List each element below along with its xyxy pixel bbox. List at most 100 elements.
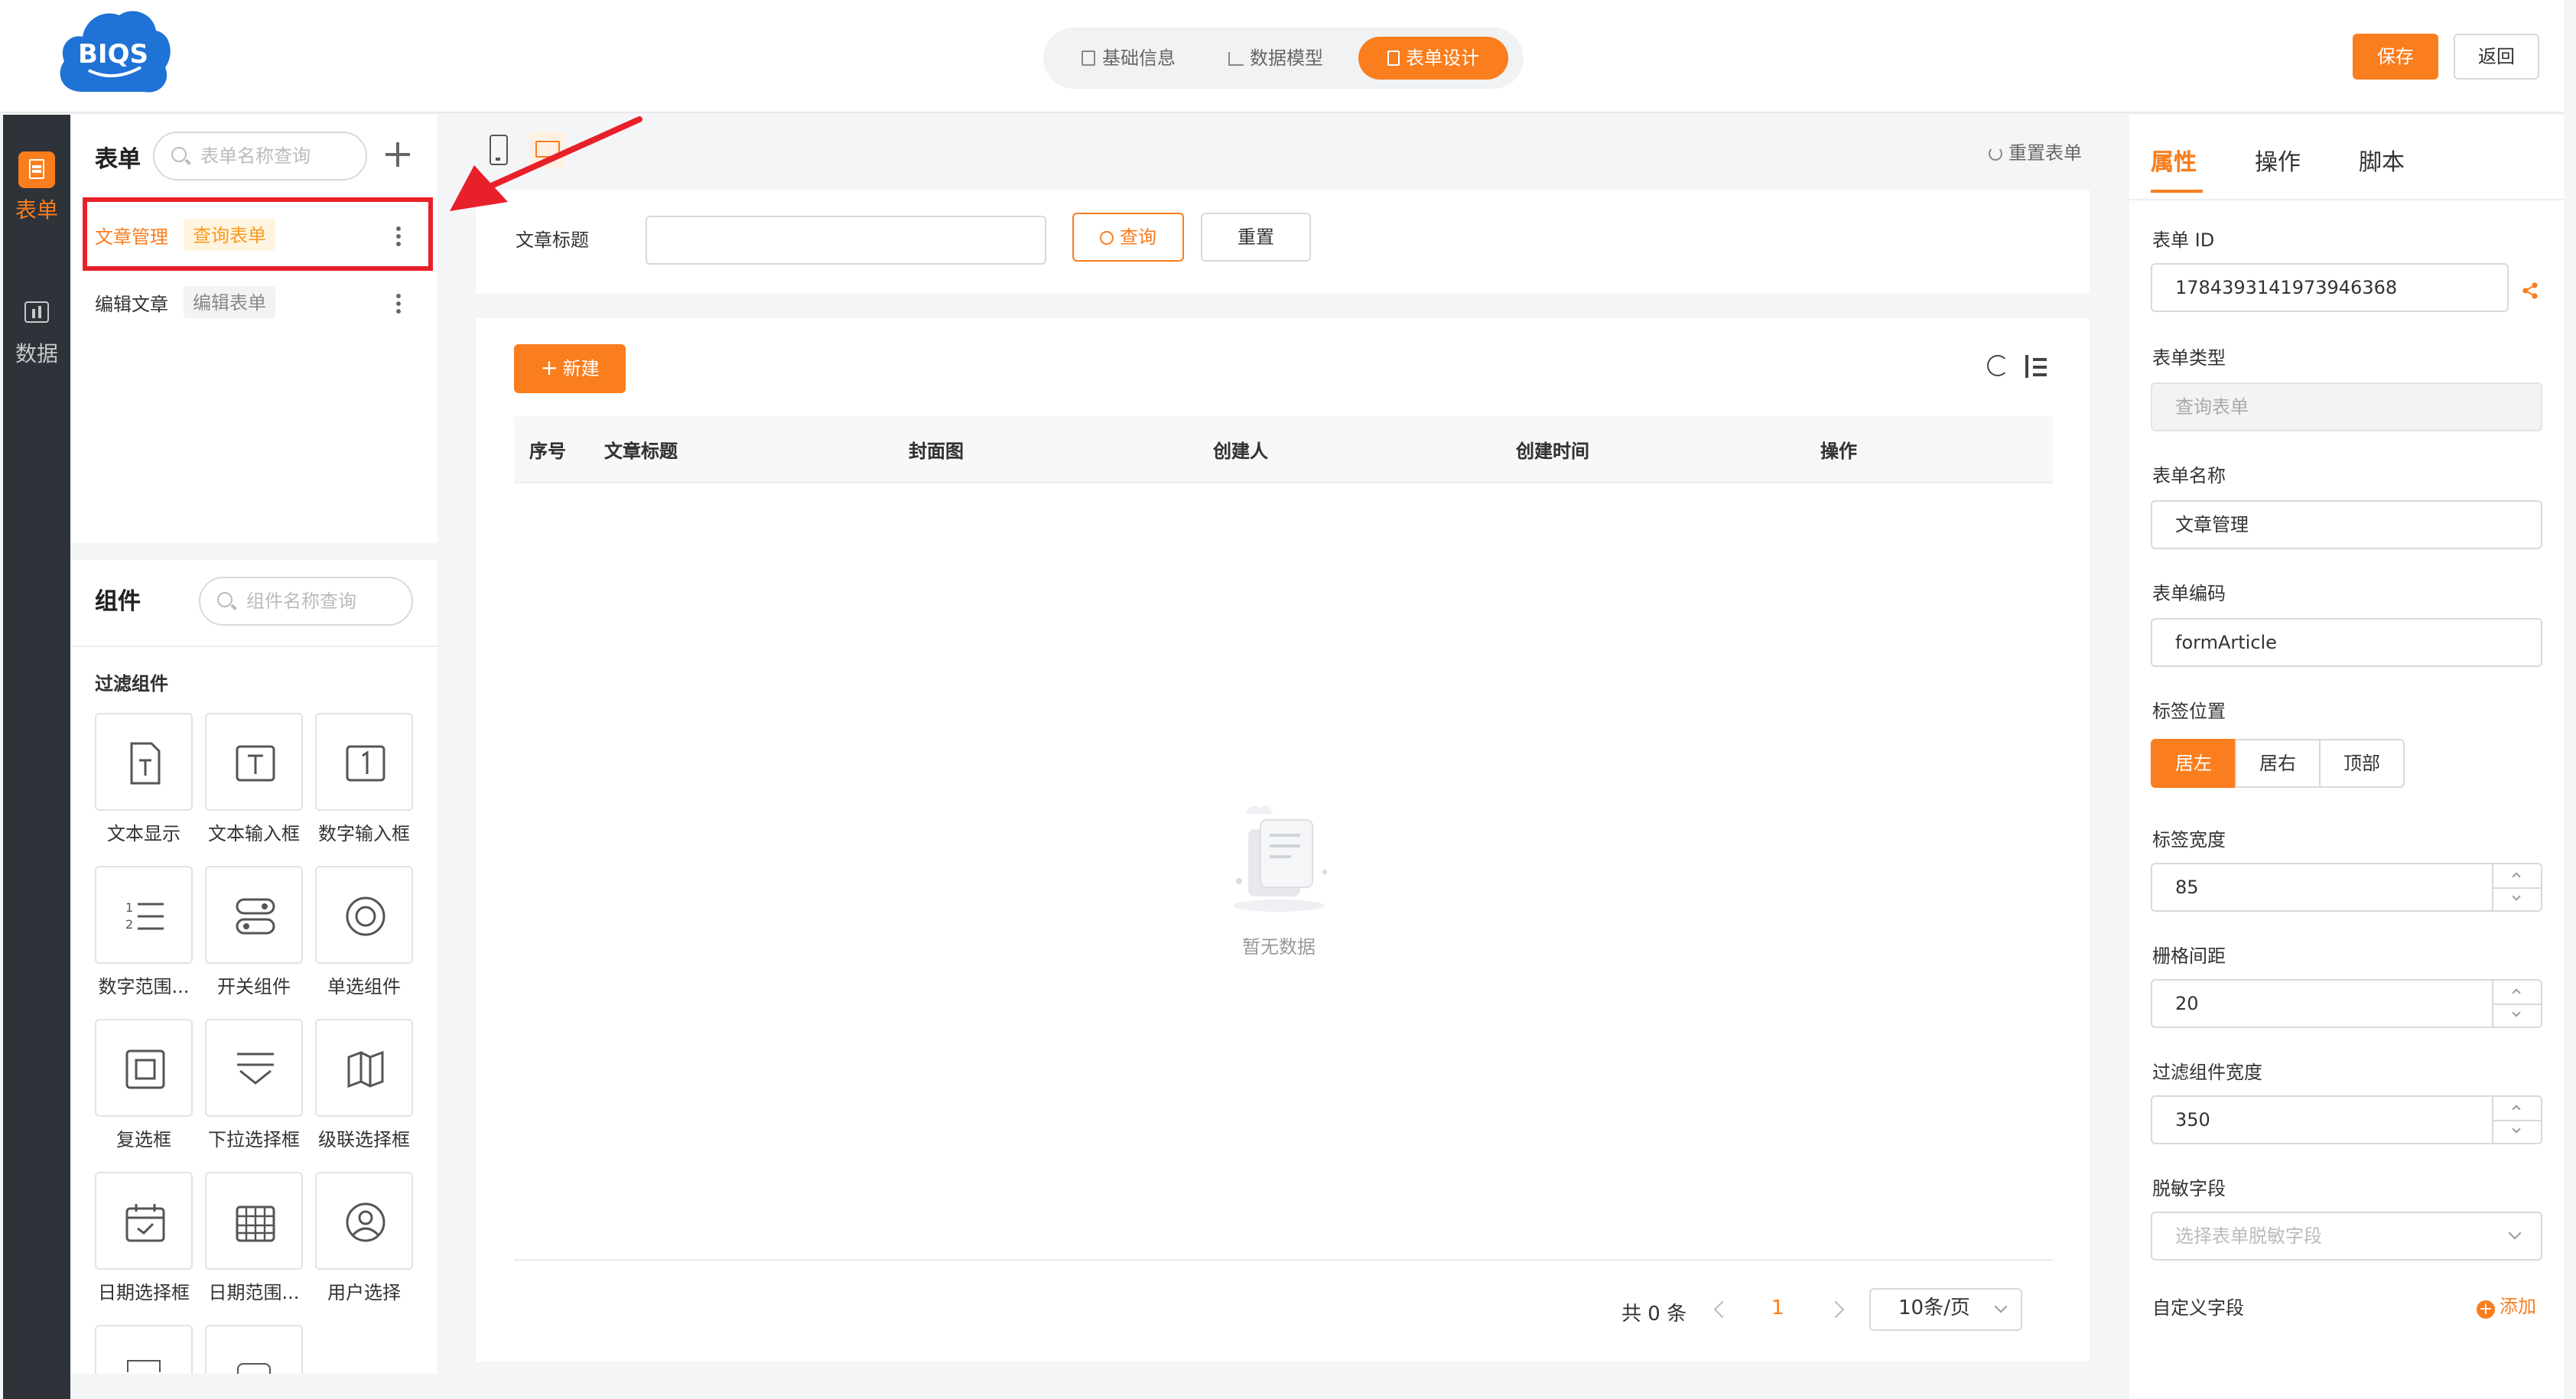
form-id-label: 表单 ID bbox=[2152, 229, 2215, 251]
column-header: 操作 bbox=[1820, 441, 1858, 462]
annotation-arrow bbox=[450, 116, 642, 211]
form-code-field[interactable]: formArticle bbox=[2151, 618, 2542, 667]
new-button[interactable]: + 新建 bbox=[514, 344, 626, 393]
pagination-total: 共 0 条 bbox=[1621, 1303, 1687, 1326]
component-label: 日期范围... bbox=[208, 1282, 300, 1303]
component-radio[interactable]: 单选组件 bbox=[315, 866, 413, 999]
form-code-label: 表单编码 bbox=[2152, 583, 2226, 604]
component-user-select[interactable]: 用户选择 bbox=[315, 1172, 413, 1305]
plus-icon: + bbox=[540, 356, 558, 381]
divider bbox=[2129, 199, 2564, 200]
forms-panel: 表单 表单名称查询 文章管理 查询表单 编辑文章 编辑表单 bbox=[70, 115, 437, 543]
filter-width-value: 350 bbox=[2175, 1109, 2210, 1131]
empty-text: 暂无数据 bbox=[1241, 936, 1316, 958]
component-partial-tile[interactable] bbox=[95, 1325, 193, 1374]
article-title-input[interactable] bbox=[646, 216, 1046, 265]
component-cascade[interactable]: 级联选择框 bbox=[315, 1019, 413, 1152]
logo-text: BIQS bbox=[78, 39, 148, 70]
component-number-input[interactable]: 数字输入框 bbox=[315, 713, 413, 846]
save-button[interactable]: 保存 bbox=[2353, 34, 2438, 80]
page-size-select[interactable]: 10条/页 bbox=[1869, 1288, 2022, 1331]
chevron-down-icon bbox=[2508, 1226, 2522, 1240]
add-form-icon[interactable] bbox=[385, 142, 410, 167]
query-button[interactable]: 查询 bbox=[1072, 213, 1184, 262]
active-tab-underline bbox=[2151, 190, 2203, 193]
radio-icon bbox=[346, 896, 385, 936]
form-icon bbox=[18, 151, 55, 188]
form-type-field: 查询表单 bbox=[2151, 382, 2542, 431]
component-text-input[interactable]: 文本输入框 bbox=[205, 713, 303, 846]
component-switch[interactable]: 开关组件 bbox=[205, 866, 303, 999]
right-edge bbox=[2564, 0, 2576, 1399]
svg-text:2: 2 bbox=[125, 917, 133, 932]
step-label: 数据模型 bbox=[1249, 47, 1323, 69]
column-header: 序号 bbox=[529, 441, 567, 462]
component-checkbox[interactable]: 复选框 bbox=[95, 1019, 193, 1152]
add-label: 添加 bbox=[2500, 1296, 2537, 1317]
search-icon bbox=[171, 147, 187, 162]
nav-item-data[interactable]: 数据 bbox=[3, 295, 70, 369]
chevron-up-icon bbox=[2512, 872, 2521, 881]
column-header: 文章标题 bbox=[604, 441, 678, 462]
number-stepper[interactable] bbox=[2492, 864, 2542, 910]
table-header: 序号 文章标题 封面图 创建人 创建时间 操作 bbox=[514, 416, 2053, 483]
component-label: 日期选择框 bbox=[97, 1282, 190, 1303]
reset-button[interactable]: 重置 bbox=[1201, 213, 1311, 262]
form-search-input[interactable]: 表单名称查询 bbox=[153, 132, 367, 181]
user-icon bbox=[346, 1202, 385, 1242]
form-list-item[interactable]: 编辑文章 编辑表单 bbox=[83, 272, 422, 333]
query-label: 查询 bbox=[1119, 226, 1156, 248]
component-date-range[interactable]: 日期范围... bbox=[205, 1172, 303, 1305]
form-item-name: 编辑文章 bbox=[95, 294, 169, 315]
masked-fields-placeholder: 选择表单脱敏字段 bbox=[2175, 1225, 2323, 1247]
label-width-value: 85 bbox=[2175, 877, 2199, 898]
component-search-input[interactable]: 组件名称查询 bbox=[199, 577, 413, 626]
component-text-display[interactable]: 文本显示 bbox=[95, 713, 193, 846]
masked-fields-select[interactable]: 选择表单脱敏字段 bbox=[2151, 1212, 2542, 1261]
masked-fields-label: 脱敏字段 bbox=[2152, 1178, 2226, 1199]
component-label: 用户选择 bbox=[327, 1282, 401, 1303]
number-stepper[interactable] bbox=[2492, 981, 2542, 1026]
bar-chart-icon bbox=[1228, 52, 1244, 66]
component-search-placeholder: 组件名称查询 bbox=[246, 591, 357, 612]
step-basic-info[interactable]: 基础信息 bbox=[1071, 37, 1187, 80]
form-id-field[interactable]: 1784393141973946368 bbox=[2151, 263, 2509, 312]
column-settings-icon[interactable] bbox=[2022, 355, 2047, 379]
form-type-tag: 编辑表单 bbox=[184, 286, 276, 318]
component-number-range[interactable]: 12 数字范围... bbox=[95, 866, 193, 999]
step-label: 基础信息 bbox=[1101, 47, 1176, 69]
add-custom-field-button[interactable]: + 添加 bbox=[2477, 1293, 2536, 1319]
label-position-left[interactable]: 居左 bbox=[2151, 739, 2236, 788]
step-data-model[interactable]: 数据模型 bbox=[1218, 37, 1334, 80]
pagination-page[interactable]: 1 bbox=[1771, 1297, 1784, 1320]
grid-gap-value: 20 bbox=[2175, 993, 2199, 1014]
component-label: 数字范围... bbox=[98, 976, 190, 997]
nav-label: 表单 bbox=[15, 199, 58, 223]
label-width-field[interactable]: 85 bbox=[2151, 863, 2542, 912]
tab-properties[interactable]: 属性 bbox=[2151, 145, 2197, 177]
form-name-field[interactable]: 文章管理 bbox=[2151, 500, 2542, 549]
label-position-right[interactable]: 居右 bbox=[2235, 739, 2321, 788]
tab-script[interactable]: 脚本 bbox=[2359, 145, 2405, 177]
app-root: BIQS 基础信息 数据模型 表单设计 保存 返回 表单 数据 表单 表单名称查… bbox=[0, 0, 2576, 1399]
more-icon[interactable] bbox=[396, 292, 401, 314]
component-date-picker[interactable]: 日期选择框 bbox=[95, 1172, 193, 1305]
label-position-top[interactable]: 顶部 bbox=[2319, 739, 2405, 788]
nav-item-forms[interactable]: 表单 bbox=[3, 151, 70, 225]
grid-gap-field[interactable]: 20 bbox=[2151, 979, 2542, 1028]
back-button[interactable]: 返回 bbox=[2454, 34, 2539, 80]
search-icon bbox=[1099, 231, 1114, 245]
reset-form-button[interactable]: 重置表单 bbox=[1989, 139, 2082, 165]
component-label: 数字输入框 bbox=[317, 823, 410, 844]
step-form-design[interactable]: 表单设计 bbox=[1358, 37, 1508, 80]
component-partial-tile[interactable] bbox=[205, 1325, 303, 1375]
form-type-label: 表单类型 bbox=[2152, 347, 2226, 369]
share-icon[interactable] bbox=[2521, 277, 2539, 299]
tab-actions[interactable]: 操作 bbox=[2255, 145, 2301, 177]
refresh-icon[interactable] bbox=[1987, 355, 2008, 376]
filter-width-field[interactable]: 350 bbox=[2151, 1095, 2542, 1144]
component-dropdown[interactable]: 下拉选择框 bbox=[205, 1019, 303, 1152]
number-stepper[interactable] bbox=[2492, 1097, 2542, 1143]
column-header: 封面图 bbox=[909, 441, 964, 462]
page-size-value: 10条/页 bbox=[1898, 1297, 1970, 1320]
